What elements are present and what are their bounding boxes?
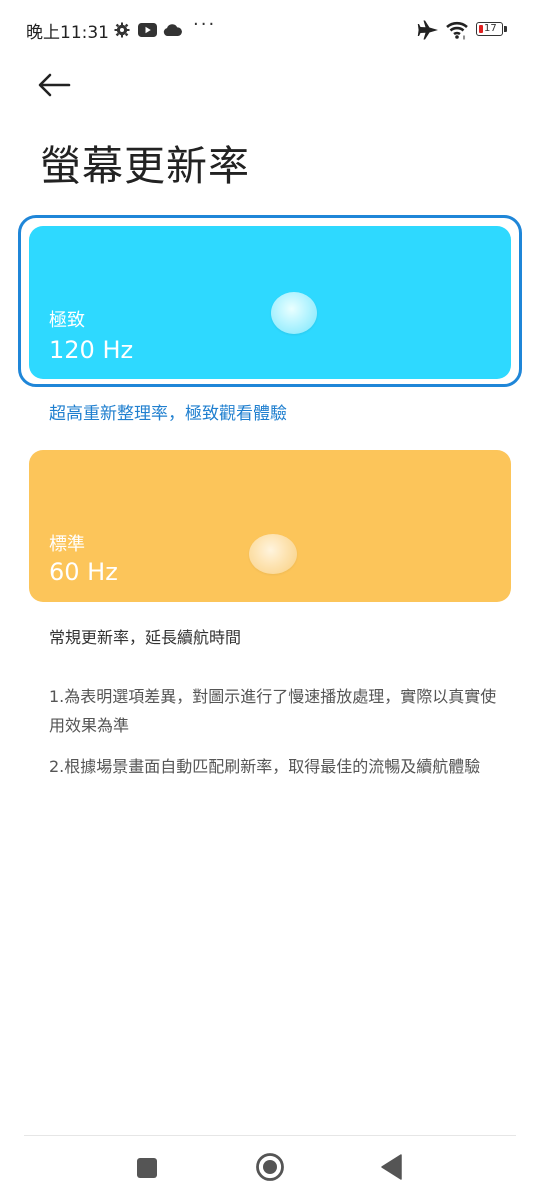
home-circle-icon[interactable] bbox=[255, 1152, 285, 1182]
status-time: 晚上11:31 bbox=[26, 23, 109, 43]
wifi-icon: ll bbox=[446, 21, 468, 41]
option-name: 標準 bbox=[49, 534, 85, 555]
note-text: 2.根據場景畫面自動匹配刷新率，取得最佳的流暢及續航體驗 bbox=[49, 757, 481, 776]
option-rate: 60 Hz bbox=[49, 558, 118, 586]
back-arrow-icon[interactable] bbox=[36, 70, 72, 100]
option-card-60hz[interactable]: 標準 60 Hz bbox=[29, 450, 511, 602]
svg-text:ll: ll bbox=[463, 36, 467, 41]
option-description-120hz: 超高重新整理率，極致觀看體驗 bbox=[49, 404, 287, 424]
refresh-animation-ball bbox=[249, 534, 297, 574]
back-triangle-icon[interactable] bbox=[381, 1154, 403, 1180]
settings-gear-icon bbox=[114, 22, 130, 38]
refresh-rate-screen: 晚上11:31 ··· ll 17 螢幕更新率 極致 120 Hz 超高重新整理… bbox=[0, 0, 540, 1200]
option-rate: 120 Hz bbox=[49, 336, 134, 364]
youtube-icon bbox=[138, 23, 157, 37]
page-title: 螢幕更新率 bbox=[40, 142, 250, 190]
status-bar: 晚上11:31 ··· ll 17 bbox=[0, 0, 540, 60]
refresh-animation-ball bbox=[271, 292, 317, 334]
option-name: 極致 bbox=[49, 310, 85, 331]
cloud-icon bbox=[163, 24, 182, 36]
recents-square-icon[interactable] bbox=[136, 1157, 158, 1179]
option-card-120hz[interactable]: 極致 120 Hz bbox=[29, 226, 511, 379]
option-description-60hz: 常規更新率，延長續航時間 bbox=[49, 628, 242, 647]
more-notifications: ··· bbox=[193, 14, 217, 35]
nav-divider bbox=[24, 1135, 516, 1136]
airplane-mode-icon bbox=[417, 20, 438, 40]
note-text: 1.為表明選項差異，對圖示進行了慢速播放處理，實際以真實使用效果為準 bbox=[49, 687, 497, 735]
battery-level: 17 bbox=[484, 23, 497, 34]
battery-icon: 17 bbox=[476, 22, 508, 38]
